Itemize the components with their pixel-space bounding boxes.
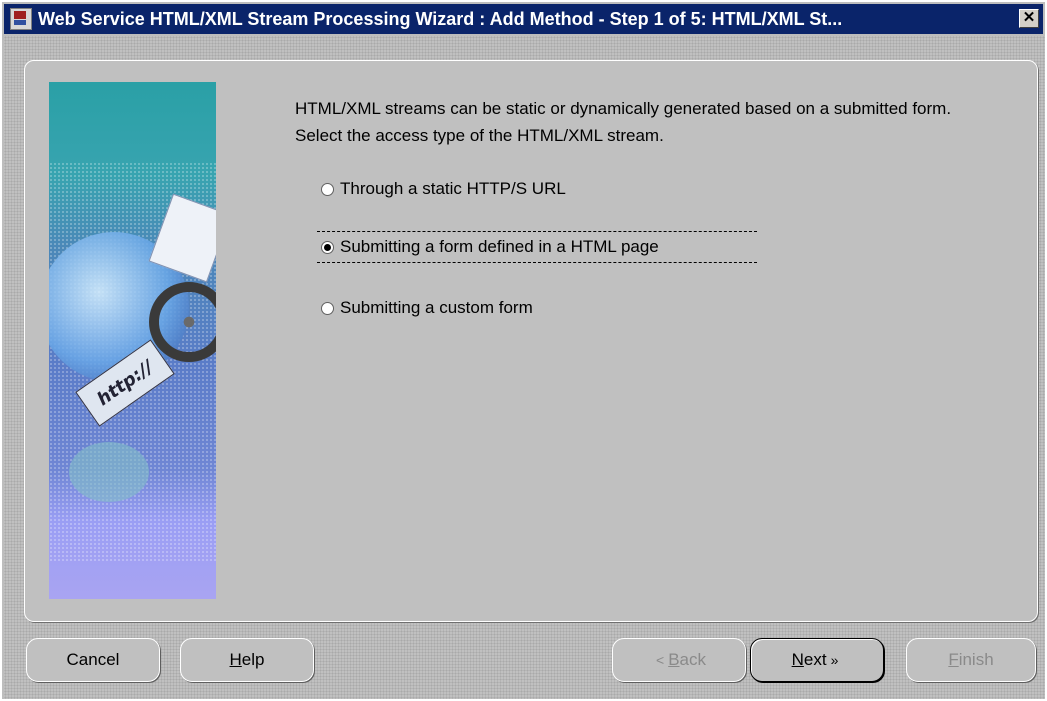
option-label: Through a static HTTP/S URL: [340, 179, 566, 198]
close-button[interactable]: ✕: [1019, 9, 1039, 28]
option-label: Submitting a custom form: [340, 298, 533, 317]
content-panel: http:// HTML/XML streams can be static o…: [24, 60, 1038, 622]
next-button[interactable]: Next »: [750, 638, 884, 682]
back-arrow-icon: <: [656, 652, 665, 668]
back-button[interactable]: < Back: [612, 638, 746, 682]
option-static-url[interactable]: Through a static HTTP/S URL: [321, 179, 566, 199]
radio-custom-form[interactable]: [321, 301, 334, 315]
help-button[interactable]: Help: [180, 638, 314, 682]
window-title: Web Service HTML/XML Stream Processing W…: [38, 8, 843, 29]
finish-button[interactable]: Finish: [906, 638, 1036, 682]
next-arrow-icon: »: [830, 652, 839, 668]
cancel-button[interactable]: Cancel: [26, 638, 160, 682]
option-label: Submitting a form defined in a HTML page: [340, 237, 659, 256]
wizard-window: Web Service HTML/XML Stream Processing W…: [0, 0, 1047, 701]
wizard-banner-image: http://: [49, 82, 216, 599]
wizard-body: http:// HTML/XML streams can be static o…: [4, 36, 1045, 699]
app-icon: [10, 8, 32, 30]
title-bar[interactable]: Web Service HTML/XML Stream Processing W…: [4, 4, 1043, 34]
option-custom-form[interactable]: Submitting a custom form: [321, 298, 533, 318]
cup-graphic: [69, 442, 149, 502]
option-html-form[interactable]: Submitting a form defined in a HTML page: [321, 237, 659, 257]
radio-static-url[interactable]: [321, 182, 334, 196]
intro-text: HTML/XML streams can be static or dynami…: [295, 99, 952, 145]
radio-html-form[interactable]: [321, 240, 334, 254]
